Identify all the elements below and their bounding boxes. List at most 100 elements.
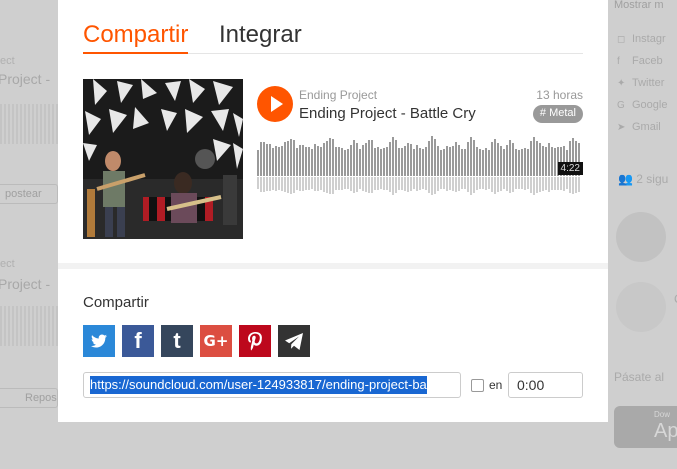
waveform-bar-reflection [515,177,517,189]
waveform-bar-reflection [305,177,307,190]
share-google-plus-button[interactable]: G+ [200,325,232,357]
waveform-bar [404,146,406,176]
share-twitter-button[interactable] [83,325,115,357]
waveform-bar-reflection [497,177,499,192]
share-pinterest-button[interactable] [239,325,271,357]
section-divider [58,263,608,269]
track-artwork [83,79,243,239]
share-email-button[interactable] [278,325,310,357]
ghost-label: ect [0,55,15,67]
waveform-bar-reflection [323,177,325,192]
waveform-bar-reflection [545,177,547,190]
waveform-bar [410,144,412,176]
waveform-bar-reflection [296,177,298,190]
waveform-bar [476,147,478,176]
track-duration: 4:22 [557,162,583,175]
waveform-bar-reflection [299,177,301,191]
sidebar-share-title: Mostrar m [614,0,664,11]
waveform-bar-reflection [338,177,340,190]
waveform-bar [338,147,340,176]
waveform-bar [515,149,517,176]
ghost-repost-button: postear [0,184,58,204]
waveform-bar [320,147,322,176]
waveform-bar [386,147,388,176]
waveform-bar-reflection [452,177,454,191]
facebook-icon: f [134,328,142,353]
appstore-badge: Dow App [614,406,677,448]
waveform-bar [521,149,523,176]
waveform-bar [329,138,331,176]
tab-integrar[interactable]: Integrar [219,20,302,50]
waveform-bar [527,149,529,176]
sidebar-share-instagram: ◻ Instagr [617,33,666,45]
waveform-bar [449,147,451,176]
share-facebook-button[interactable]: f [122,325,154,357]
waveform-bar [356,143,358,176]
waveform-bar-reflection [311,177,313,189]
waveform-bar-reflection [308,177,310,190]
waveform-bar-reflection [425,177,427,190]
share-tumblr-button[interactable]: t [161,325,193,357]
follower-avatar [616,282,666,332]
waveform-bar-reflection [356,177,358,192]
tab-compartir[interactable]: Compartir [83,20,189,54]
start-at-time-input[interactable]: 0:00 [508,372,583,398]
waveform-bar [494,139,496,176]
share-url-field[interactable]: https://soundcloud.com/user-124933817/en… [83,372,461,398]
waveform-bar [308,147,310,176]
waveform-bar [296,148,298,176]
waveform-bar-reflection [446,177,448,191]
waveform-bar-reflection [509,177,511,193]
play-button[interactable] [257,86,293,122]
waveform-bar-reflection [422,177,424,189]
waveform-bar-reflection [398,177,400,190]
waveform-bar [446,146,448,176]
waveform-bar [539,143,541,176]
share-section-label: Compartir [83,294,149,311]
google-plus-icon: G+ [203,332,229,350]
waveform-bar [530,141,532,176]
waveform-bar [434,139,436,176]
twitter-icon: ✦ [617,78,626,89]
waveform-bar-reflection [473,177,475,193]
waveform-bar [422,149,424,176]
waveform-bar [524,148,526,176]
waveform-bar [443,149,445,176]
track-title[interactable]: Ending Project - Battle Cry [299,105,476,122]
waveform-bar [458,145,460,176]
waveform-bar-reflection [461,177,463,189]
share-url-value: https://soundcloud.com/user-124933817/en… [90,376,427,394]
waveform-bar [326,141,328,176]
ghost-label: ect [0,258,15,270]
waveform-bar-reflection [437,177,439,191]
email-icon: ➤ [617,122,626,133]
waveform-bar [437,146,439,176]
ghost-waveform [0,104,58,144]
waveform-bar-reflection [518,177,520,189]
waveform-bar-reflection [257,177,259,189]
start-at-checkbox[interactable] [471,379,484,392]
waveform-bar [518,150,520,176]
waveform-bar [542,146,544,176]
waveform-bar-reflection [536,177,538,193]
waveform[interactable] [257,136,583,196]
waveform-bar-reflection [506,177,508,191]
waveform-bar-reflection [302,177,304,191]
sidebar-share-google: G Google [617,99,668,111]
waveform-bar-reflection [341,177,343,190]
waveform-bar-reflection [272,177,274,190]
genre-tag[interactable]: # Metal [532,105,583,123]
waveform-bar [293,140,295,176]
google-plus-icon: G [617,100,625,111]
track-artist[interactable]: Ending Project [299,88,377,102]
waveform-bar [491,142,493,176]
waveform-bar-reflection [464,177,466,189]
ghost-waveform [0,306,58,346]
waveform-bar-reflection [371,177,373,193]
waveform-bar [503,149,505,176]
waveform-bar [455,142,457,176]
waveform-bar-reflection [575,177,577,193]
waveform-bar [497,143,499,176]
waveform-bar-reflection [530,177,532,193]
waveform-bar-reflection [386,177,388,190]
